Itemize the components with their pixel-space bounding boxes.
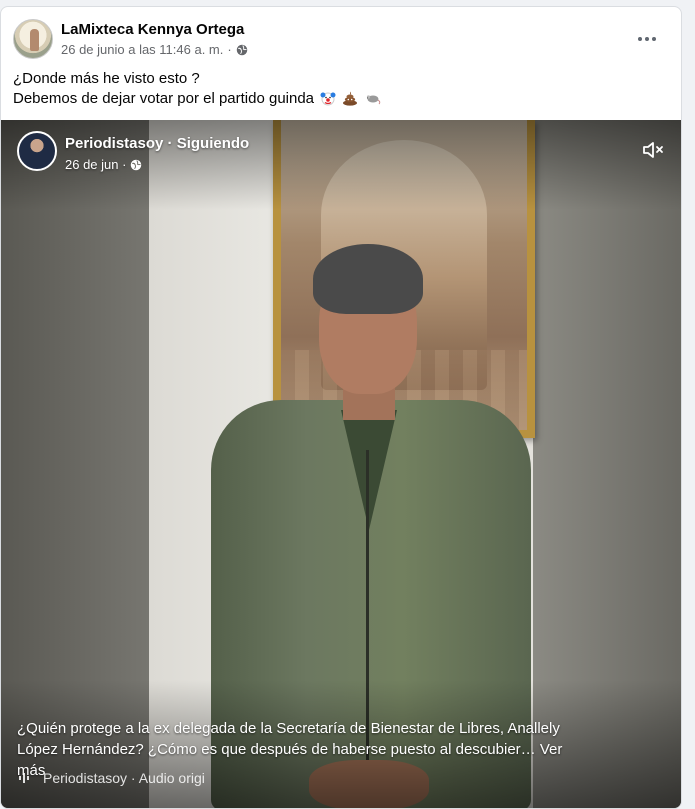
more-options-icon[interactable]: [633, 27, 661, 51]
video-date[interactable]: 26 de jun ·: [65, 157, 126, 172]
post-meta: 26 de junio a las 11:46 a. m. ·: [61, 42, 248, 57]
video-player[interactable]: Periodistasoy · Siguiendo 26 de jun · ¿Q…: [1, 120, 681, 808]
post-card: LaMixteca Kennya Ortega 26 de junio a la…: [0, 6, 682, 809]
audio-attribution[interactable]: Periodistasoy · Audio origi: [17, 770, 205, 786]
author-name[interactable]: LaMixteca Kennya Ortega: [61, 21, 244, 38]
rat-icon: [366, 95, 380, 105]
audio-wave-icon: [19, 773, 29, 783]
post-body: ¿Donde más he visto esto ? Debemos de de…: [13, 69, 669, 109]
post-header: LaMixteca Kennya Ortega 26 de junio a la…: [13, 19, 669, 61]
audio-label: Periodistasoy · Audio origi: [43, 770, 205, 786]
speaker-muted-icon[interactable]: [641, 138, 665, 162]
video-meta: 26 de jun ·: [65, 157, 142, 172]
page-avatar[interactable]: [17, 131, 57, 171]
author-avatar[interactable]: [13, 19, 53, 59]
clown-face-icon: [320, 92, 336, 106]
globe-icon: [236, 44, 247, 55]
post-timestamp[interactable]: 26 de junio a las 11:46 a. m.: [61, 42, 223, 57]
globe-icon: [131, 159, 142, 170]
post-text-line-2: Debemos de dejar votar por el partido gu…: [13, 89, 669, 109]
video-caption-text: ¿Quién protege a la ex delegada de la Se…: [17, 720, 560, 758]
pile-of-poo-icon: [343, 91, 358, 106]
video-author-following[interactable]: Periodistasoy · Siguiendo: [65, 135, 249, 152]
post-text-line-2-text: Debemos de dejar votar por el partido gu…: [13, 90, 315, 107]
post-text-line-1: ¿Donde más he visto esto ?: [13, 70, 200, 87]
meta-separator: ·: [227, 42, 232, 57]
speaker-hair: [313, 244, 423, 314]
